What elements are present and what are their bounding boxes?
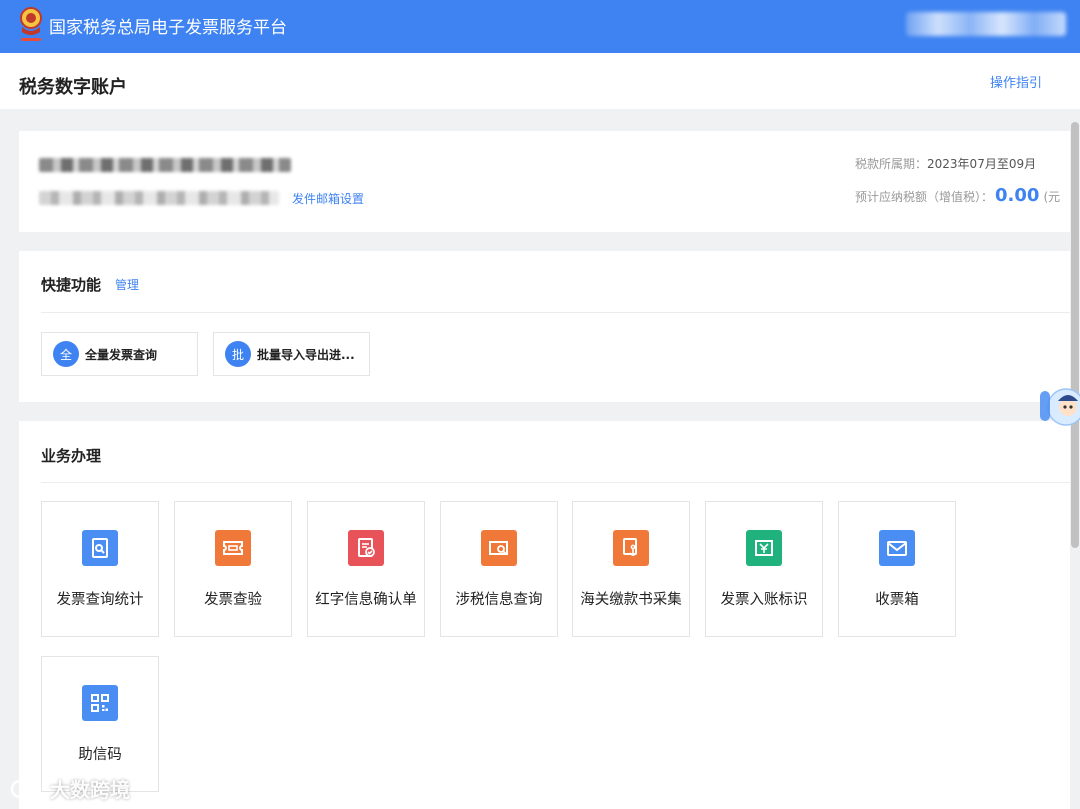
estimated-tax: 预计应纳税额（增值税）： 0.00 (元 bbox=[855, 185, 1070, 206]
tile-invoice-booking-mark[interactable]: 发票入账标识 bbox=[705, 501, 823, 637]
mail-settings-link[interactable]: 发件邮箱设置 bbox=[292, 190, 364, 207]
tax-period-value: 2023年07月至09月 bbox=[927, 157, 1037, 171]
tile-label: 收票箱 bbox=[875, 592, 919, 608]
taxpayer-name-redacted bbox=[39, 158, 291, 172]
operation-guide-link[interactable]: 操作指引 bbox=[990, 72, 1042, 91]
tile-credit-code[interactable]: 助信码 bbox=[41, 656, 159, 792]
quick-batch-import-export-button[interactable]: 批 批量导入导出进... bbox=[213, 332, 370, 376]
tile-label: 发票入账标识 bbox=[720, 592, 808, 608]
assistant-mascot-icon[interactable] bbox=[1036, 381, 1080, 431]
tile-invoice-verify[interactable]: 发票查验 bbox=[174, 501, 292, 637]
watermark: 大数跨境 bbox=[8, 774, 130, 803]
estimated-tax-unit: (元 bbox=[1043, 190, 1061, 204]
app-title: 国家税务总局电子发票服务平台 bbox=[49, 18, 287, 38]
tile-label: 海关缴款书采集 bbox=[580, 592, 682, 608]
manage-link[interactable]: 管理 bbox=[115, 276, 139, 293]
tile-label: 涉税信息查询 bbox=[455, 592, 543, 608]
tax-emblem-icon bbox=[20, 7, 42, 41]
watermark-logo-icon bbox=[10, 779, 42, 798]
ticket-verify-icon bbox=[215, 530, 251, 566]
business-title: 业务办理 bbox=[41, 447, 102, 465]
quick-label: 全量发票查询 bbox=[85, 347, 158, 362]
quick-full-invoice-query-button[interactable]: 全 全量发票查询 bbox=[41, 332, 198, 376]
customs-anchor-icon bbox=[613, 530, 649, 566]
quick-badge: 全 bbox=[53, 341, 79, 367]
estimated-tax-label: 预计应纳税额（增值税）： bbox=[855, 190, 994, 204]
tile-invoice-inbox[interactable]: 收票箱 bbox=[838, 501, 956, 637]
red-letter-confirm-icon bbox=[348, 530, 384, 566]
tile-tax-info-query[interactable]: 涉税信息查询 bbox=[440, 501, 558, 637]
invoice-booking-icon bbox=[746, 530, 782, 566]
scrollbar-thumb[interactable] bbox=[1071, 122, 1079, 548]
mail-inbox-icon bbox=[879, 530, 915, 566]
quick-functions-card: 快捷功能 管理 全 全量发票查询 批 批量导入导出进... bbox=[19, 251, 1070, 402]
invoice-search-icon bbox=[82, 530, 118, 566]
tile-red-letter-confirm[interactable]: 红字信息确认单 bbox=[307, 501, 425, 637]
tax-period-label: 税款所属期： bbox=[855, 157, 928, 171]
account-card: 发件邮箱设置 税款所属期：2023年07月至09月 预计应纳税额（增值税）： 0.… bbox=[19, 131, 1070, 232]
business-card: 业务办理 发票查询统计 发票查验 红字信息确认单 涉税信息查询 海关缴款书采集 bbox=[19, 421, 1070, 809]
tile-label: 红字信息确认单 bbox=[315, 592, 417, 608]
user-info-redacted[interactable] bbox=[906, 12, 1066, 36]
quick-functions-title: 快捷功能 bbox=[41, 276, 102, 294]
taxpayer-id-redacted bbox=[39, 191, 279, 205]
tile-label: 助信码 bbox=[78, 747, 122, 763]
tile-label: 发票查询统计 bbox=[56, 592, 144, 608]
page-title: 税务数字账户 bbox=[19, 77, 127, 98]
quick-badge: 批 bbox=[225, 341, 251, 367]
page-header: 税务数字账户 操作指引 bbox=[0, 53, 1080, 109]
quick-label: 批量导入导出进... bbox=[257, 347, 355, 362]
tile-invoice-query-stats[interactable]: 发票查询统计 bbox=[41, 501, 159, 637]
estimated-tax-amount: 0.00 bbox=[995, 185, 1040, 206]
tax-period: 税款所属期：2023年07月至09月 bbox=[855, 155, 1036, 172]
tile-label: 发票查验 bbox=[204, 592, 262, 608]
divider bbox=[41, 482, 1070, 483]
tile-customs-payment-collect[interactable]: 海关缴款书采集 bbox=[572, 501, 690, 637]
divider bbox=[41, 312, 1070, 313]
watermark-text: 大数跨境 bbox=[50, 778, 130, 802]
top-bar: 国家税务总局电子发票服务平台 bbox=[0, 0, 1080, 53]
tax-info-search-icon bbox=[481, 530, 517, 566]
qr-code-icon bbox=[82, 685, 118, 721]
